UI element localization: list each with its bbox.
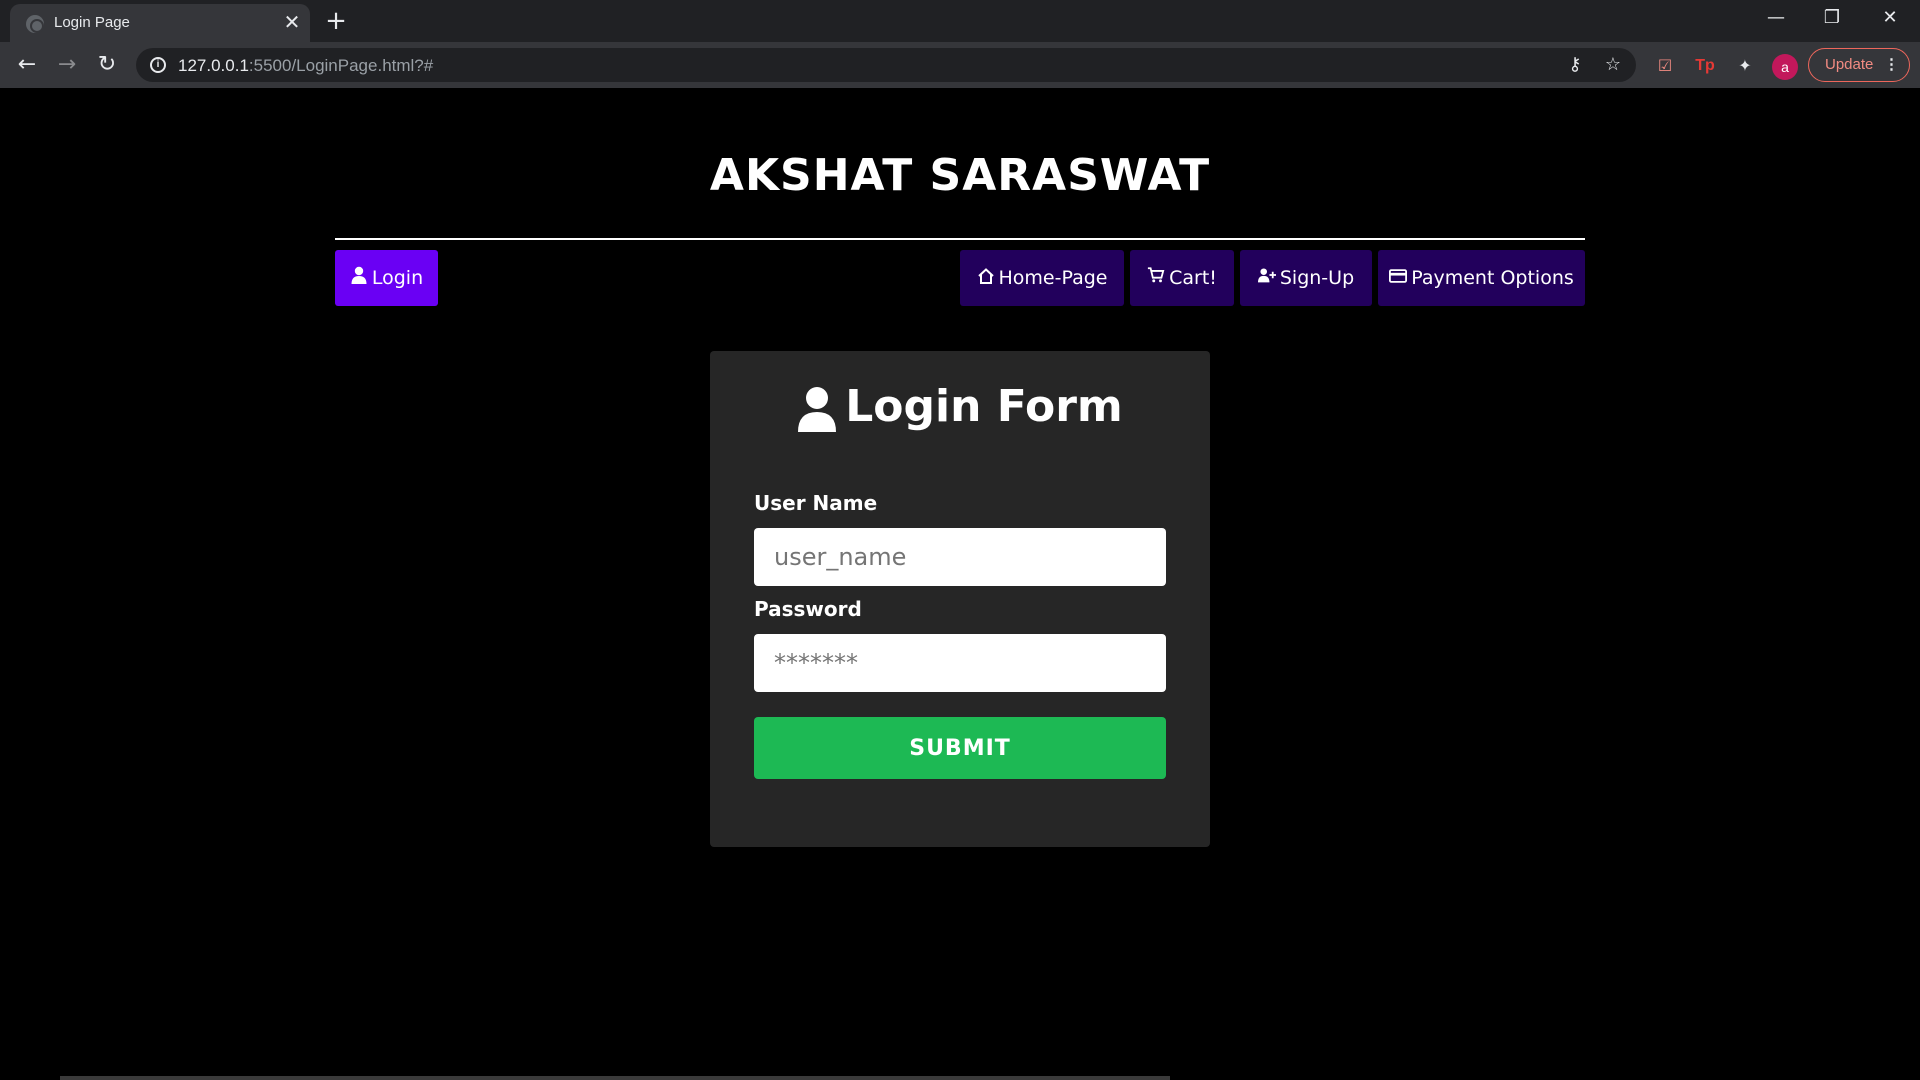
pocket-extension-icon[interactable]: ☑ [1654,55,1676,77]
nav-payment-label: Payment Options [1411,267,1574,289]
globe-icon [26,15,44,33]
forward-arrow-icon[interactable]: → [51,49,83,81]
address-bar[interactable]: i 127.0.0.1:5500/LoginPage.html?# ⚷ ☆ [136,48,1636,82]
username-input[interactable] [754,528,1166,586]
nav-cart-button[interactable]: Cart! [1130,250,1234,306]
username-label: User Name [754,491,878,515]
nav-payment-button[interactable]: Payment Options [1378,250,1585,306]
back-arrow-icon[interactable]: ← [11,49,43,81]
browser-tab-bar: Login Page ✕ + — ❐ ✕ [0,0,1920,42]
submit-button[interactable]: SUBMIT [754,717,1166,779]
reload-icon[interactable]: ↻ [91,49,123,81]
more-menu-icon[interactable]: ⋮ [1884,49,1899,81]
horizontal-scrollbar[interactable] [60,1076,1170,1080]
url-host: 127.0.0.1 [178,56,249,75]
page-content: AKSHAT SARASWAT Login Home-Page Cart! Si… [0,88,1920,1080]
credit-card-icon [1389,269,1408,283]
star-icon[interactable]: ☆ [1602,54,1624,76]
window-close-icon[interactable]: ✕ [1862,0,1918,36]
header-divider [335,238,1585,240]
nav-signup-label: Sign-Up [1279,267,1355,289]
nav-login-label: Login [371,267,424,289]
form-title-text: Login Form [845,381,1123,432]
password-label: Password [754,597,862,621]
browser-toolbar: ← → ↻ i 127.0.0.1:5500/LoginPage.html?# … [0,42,1920,88]
key-icon[interactable]: ⚷ [1564,54,1586,76]
nav-home-label: Home-Page [998,267,1108,289]
tp-extension-icon[interactable]: Tp [1694,55,1716,77]
nav-cart-label: Cart! [1169,267,1217,289]
browser-tab[interactable]: Login Page ✕ [10,4,310,42]
url-text[interactable]: 127.0.0.1:5500/LoginPage.html?# [178,56,433,76]
close-tab-icon[interactable]: ✕ [282,12,302,32]
user-icon [798,387,837,432]
profile-avatar[interactable]: a [1772,54,1798,80]
login-form: Login Form User Name Password SUBMIT [710,351,1210,847]
puzzle-extensions-icon[interactable]: ✦ [1734,55,1756,77]
site-info-icon[interactable]: i [150,57,166,73]
update-label: Update [1825,56,1874,73]
site-title: AKSHAT SARASWAT [709,150,1211,201]
password-input[interactable] [754,634,1166,692]
user-icon [351,266,367,284]
nav-signup-button[interactable]: Sign-Up [1240,250,1372,306]
new-tab-button[interactable]: + [322,8,350,36]
add-user-icon [1257,268,1276,283]
update-button[interactable]: Update ⋮ [1808,48,1910,82]
cart-icon [1147,267,1165,283]
minimize-icon[interactable]: — [1748,0,1804,36]
restore-icon[interactable]: ❐ [1804,0,1860,36]
home-icon [977,268,994,284]
url-path: :5500/LoginPage.html?# [248,56,434,75]
nav-home-button[interactable]: Home-Page [960,250,1124,306]
tab-title: Login Page [54,14,130,31]
nav-login-button[interactable]: Login [335,250,438,306]
form-title: Login Form [710,381,1210,432]
